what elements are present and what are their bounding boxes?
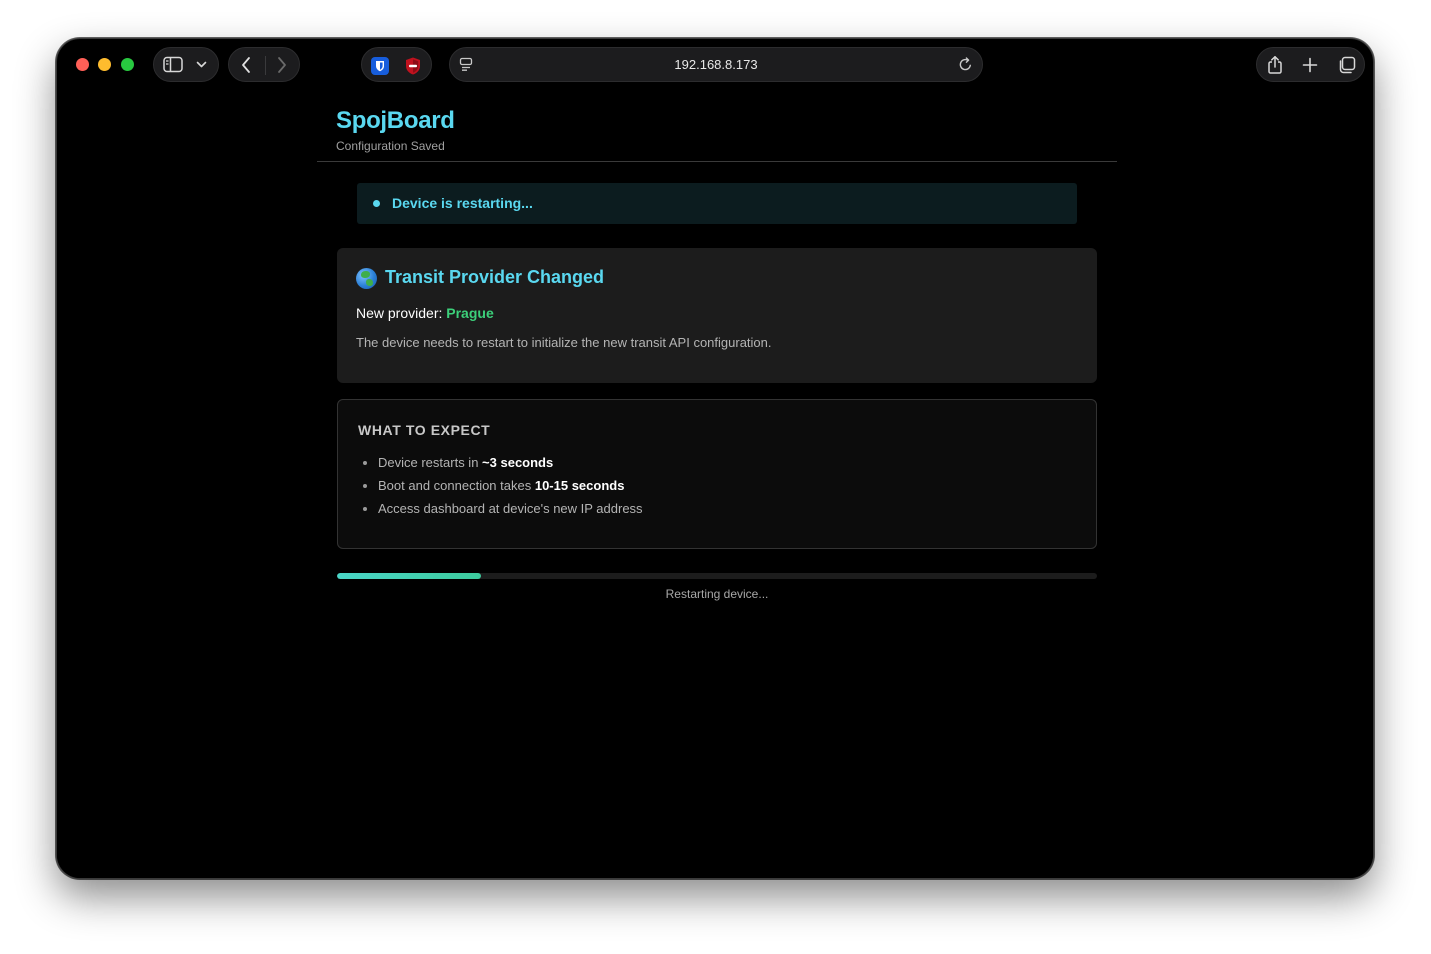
- brand-title: SpojBoard: [336, 107, 455, 134]
- list-item-text: Device restarts in: [378, 455, 483, 470]
- globe-icon: [356, 268, 377, 289]
- page-subtitle: Configuration Saved: [336, 139, 445, 153]
- reload-icon[interactable]: [958, 57, 973, 72]
- browser-window: 192.168.8.173 SpojBoard Configuration Sa…: [56, 38, 1374, 879]
- list-item-highlight: 10-15 seconds: [534, 478, 625, 493]
- expect-card: WHAT TO EXPECT Device restarts in ~3 sec…: [337, 399, 1097, 549]
- nav-separator: [265, 56, 266, 75]
- list-item: Access dashboard at device's new IP addr…: [358, 501, 643, 524]
- progress-fill: [337, 573, 482, 579]
- chevron-down-icon[interactable]: [196, 60, 207, 69]
- address-bar[interactable]: 192.168.8.173: [449, 47, 983, 82]
- provider-label: New provider:: [356, 305, 447, 321]
- list-item-text: Access dashboard at device's new IP addr…: [378, 501, 643, 516]
- list-item: Device restarts in ~3 seconds: [358, 455, 643, 478]
- list-item: Boot and connection takes 10-15 seconds: [358, 478, 643, 501]
- provider-description: The device needs to restart to initializ…: [356, 335, 772, 350]
- progress-label: Restarting device...: [665, 587, 769, 601]
- page-header: SpojBoard Configuration Saved: [317, 91, 1117, 162]
- chevron-right-icon[interactable]: [276, 56, 288, 74]
- status-banner: Device is restarting...: [357, 183, 1077, 224]
- provider-card-title: Transit Provider Changed: [385, 267, 605, 287]
- provider-card: Transit Provider Changed New provider: P…: [337, 248, 1097, 383]
- browser-toolbar: 192.168.8.173: [57, 39, 1373, 91]
- page-content: SpojBoard Configuration Saved Device is …: [57, 91, 1373, 878]
- share-icon[interactable]: [1266, 55, 1284, 75]
- list-item-text: Boot and connection takes: [378, 478, 535, 493]
- ad-blocker-icon[interactable]: [403, 56, 423, 76]
- maximize-window-button[interactable]: [121, 58, 134, 71]
- url-text[interactable]: 192.168.8.173: [450, 48, 982, 81]
- status-text: Device is restarting...: [392, 195, 533, 211]
- extensions-group: [361, 47, 432, 82]
- minimize-window-button[interactable]: [98, 58, 111, 71]
- expect-title: WHAT TO EXPECT: [358, 422, 491, 438]
- list-item-highlight: ~3 seconds: [482, 455, 554, 470]
- tab-overview-icon[interactable]: [1337, 56, 1356, 74]
- provider-line: New provider: Prague: [356, 305, 494, 321]
- chevron-left-icon[interactable]: [240, 56, 252, 74]
- plus-icon[interactable]: [1302, 57, 1318, 73]
- window-actions: [1256, 47, 1365, 82]
- sidebar-toggle[interactable]: [153, 47, 219, 82]
- expect-list: Device restarts in ~3 seconds Boot and c…: [358, 455, 643, 524]
- sidebar-icon[interactable]: [163, 56, 183, 73]
- password-manager-shield-icon[interactable]: [370, 56, 390, 76]
- navigation-buttons: [228, 47, 300, 82]
- provider-value: Prague: [446, 305, 494, 321]
- status-dot-icon: [373, 200, 380, 207]
- close-window-button[interactable]: [76, 58, 89, 71]
- progress-bar: [337, 573, 1097, 579]
